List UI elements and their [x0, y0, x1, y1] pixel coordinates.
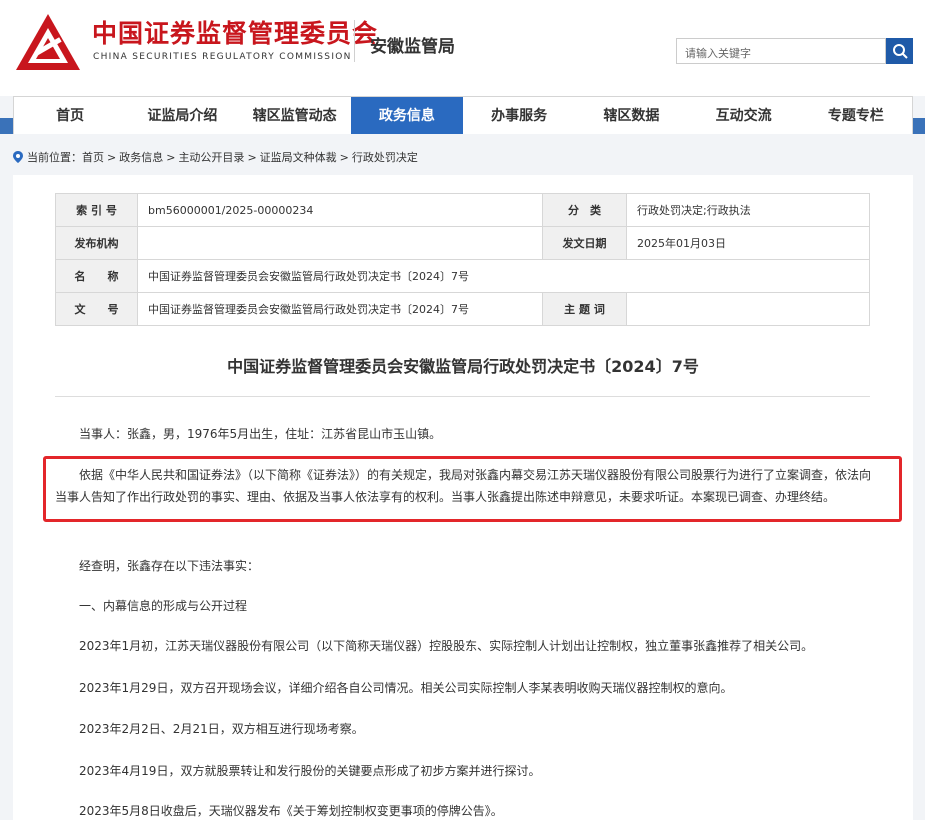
subject-label: 主 题 词: [542, 292, 627, 326]
nav-services[interactable]: 办事服务: [463, 97, 575, 134]
bureau-name: 安徽监管局: [370, 37, 455, 57]
nav-government-info[interactable]: 政务信息: [350, 97, 463, 134]
section-heading: 一、内幕信息的形成与公开过程: [79, 599, 248, 613]
breadcrumb-sep: >: [247, 150, 257, 164]
fact-paragraph: 2023年1月初，江苏天瑞仪器股份有限公司（以下简称天瑞仪器）控股股东、实际控制…: [79, 639, 814, 653]
table-row: 发布机构 发文日期 2025年01月03日: [55, 226, 870, 260]
name-value: 中国证券监督管理委员会安徽监管局行政处罚决定书〔2024〕7号: [137, 259, 870, 293]
site-header: ⌒ 中国证券监督管理委员会 CHINA SECURITIES REGULATOR…: [0, 0, 925, 96]
breadcrumb-sep: >: [339, 150, 349, 164]
date-label: 发文日期: [542, 226, 627, 260]
main-nav: 首页 证监局介绍 辖区监管动态 政务信息 办事服务 辖区数据 互动交流 专题专栏: [13, 96, 913, 134]
fact-paragraph: 2023年2月2日、2月21日，双方相互进行现场考察。: [79, 722, 364, 736]
table-row: 索 引 号 bm56000001/2025-00000234 分 类 行政处罚决…: [55, 193, 870, 227]
search-input[interactable]: 请输入关键字: [676, 38, 886, 64]
breadcrumb-prefix: 当前位置：: [27, 151, 82, 164]
table-row: 名 称 中国证券监督管理委员会安徽监管局行政处罚决定书〔2024〕7号: [55, 259, 870, 293]
breadcrumb-gov-info[interactable]: 政务信息: [119, 149, 163, 165]
fact-paragraph: 2023年4月19日，双方就股票转让和发行股份的关键要点形成了初步方案并进行探讨…: [79, 764, 541, 778]
date-value: 2025年01月03日: [626, 226, 870, 260]
category-label: 分 类: [542, 193, 627, 227]
facts-intro-paragraph: 经查明，张鑫存在以下违法事实：: [79, 559, 260, 573]
csrc-logo-icon[interactable]: [14, 12, 82, 72]
top-decoration: ⌒: [836, 0, 847, 9]
header-divider: [354, 20, 355, 62]
subject-value: [626, 292, 870, 326]
magnifier-icon: [892, 44, 908, 59]
publisher-value: [137, 226, 543, 260]
content-panel: 索 引 号 bm56000001/2025-00000234 分 类 行政处罚决…: [13, 175, 913, 820]
nav-regional-dynamics[interactable]: 辖区监管动态: [239, 97, 351, 134]
publisher-label: 发布机构: [55, 226, 138, 260]
breadcrumb-directory[interactable]: 主动公开目录: [178, 149, 244, 165]
table-row: 文 号 中国证券监督管理委员会安徽监管局行政处罚决定书〔2024〕7号 主 题 …: [55, 292, 870, 326]
docno-value: 中国证券监督管理委员会安徽监管局行政处罚决定书〔2024〕7号: [137, 292, 543, 326]
org-name-en: CHINA SECURITIES REGULATORY COMMISSION: [93, 52, 352, 62]
basis-paragraph: 依据《中华人民共和国证券法》（以下简称《证券法》）的有关规定，我局对张鑫内幕交易…: [55, 468, 872, 504]
party-paragraph: 当事人：张鑫，男，1976年5月出生，住址：江苏省昆山市玉山镇。: [79, 427, 442, 441]
search-button[interactable]: [886, 38, 913, 64]
nav-special-topics[interactable]: 专题专栏: [800, 97, 912, 134]
fact-paragraph: 2023年1月29日，双方召开现场会议，详细介绍各自公司情况。相关公司实际控制人…: [79, 681, 733, 695]
index-label: 索 引 号: [55, 193, 138, 227]
nav-bureau-intro[interactable]: 证监局介绍: [126, 97, 238, 134]
docno-label: 文 号: [55, 292, 138, 326]
category-value: 行政处罚决定;行政执法: [626, 193, 870, 227]
fact-paragraph: 2023年5月8日收盘后，天瑞仪器发布《关于筹划控制权变更事项的停牌公告》。: [79, 804, 503, 818]
document-title: 中国证券监督管理委员会安徽监管局行政处罚决定书〔2024〕7号: [227, 357, 699, 376]
index-value: bm56000001/2025-00000234: [137, 193, 543, 227]
location-pin-icon: [13, 151, 23, 163]
nav-regional-data[interactable]: 辖区数据: [575, 97, 687, 134]
nav-home[interactable]: 首页: [14, 97, 126, 134]
name-label: 名 称: [55, 259, 138, 293]
breadcrumb-penalty[interactable]: 行政处罚决定: [352, 149, 418, 165]
breadcrumb-home[interactable]: 首页: [82, 149, 104, 165]
metadata-table: 索 引 号 bm56000001/2025-00000234 分 类 行政处罚决…: [55, 193, 870, 326]
nav-interaction[interactable]: 互动交流: [688, 97, 800, 134]
title-divider: [55, 396, 870, 397]
org-name-cn: 中国证券监督管理委员会: [92, 19, 379, 48]
breadcrumb-genre[interactable]: 证监局文种体裁: [260, 149, 337, 165]
breadcrumb: 当前位置： 首页 > 政务信息 > 主动公开目录 > 证监局文种体裁 > 行政处…: [13, 149, 418, 165]
breadcrumb-sep: >: [166, 150, 176, 164]
breadcrumb-sep: >: [107, 150, 117, 164]
